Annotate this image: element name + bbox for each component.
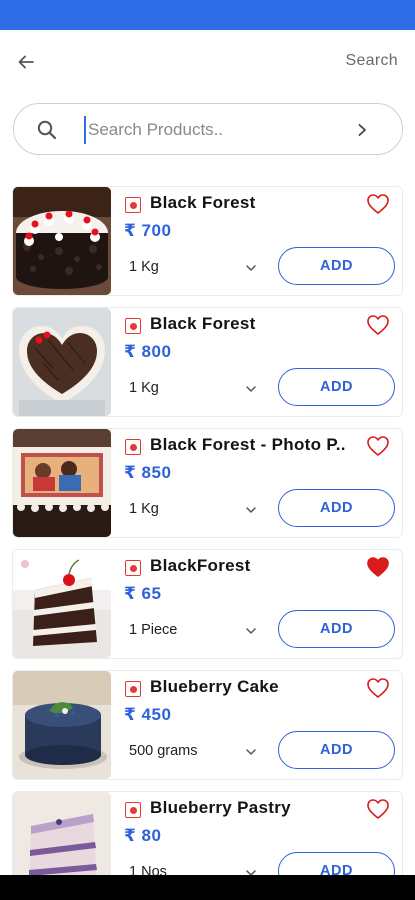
product-image-black-forest-heart[interactable] xyxy=(13,308,111,416)
product-name: Blueberry Cake xyxy=(150,677,279,696)
veg-indicator-icon xyxy=(125,560,141,576)
product-name: Black Forest xyxy=(150,314,256,333)
heart-outline-icon[interactable] xyxy=(366,677,390,699)
product-image-black-forest-pastry[interactable] xyxy=(13,550,111,658)
quantity-dropdown[interactable]: 1 Nos xyxy=(129,862,257,875)
product-name: Black Forest - Photo P.. xyxy=(150,435,346,454)
search-submit-button[interactable] xyxy=(350,118,374,142)
product-card[interactable]: Black Forest - Photo P.. ₹ 850 1 Kg ADD xyxy=(12,428,403,538)
veg-indicator-icon xyxy=(125,439,141,455)
product-name: BlackForest xyxy=(150,556,251,575)
heart-outline-icon[interactable] xyxy=(366,798,390,820)
app-bar: Search xyxy=(0,30,415,92)
product-price: ₹ 800 xyxy=(124,342,172,361)
product-image-black-forest-round[interactable] xyxy=(13,187,111,295)
quantity-dropdown[interactable]: 1 Kg xyxy=(129,499,257,521)
quantity-label: 1 Kg xyxy=(129,380,159,396)
search-bar[interactable] xyxy=(13,103,403,155)
search-icon xyxy=(37,120,57,140)
product-price: ₹ 450 xyxy=(124,705,172,724)
add-button[interactable]: ADD xyxy=(278,489,395,527)
quantity-dropdown[interactable]: 1 Kg xyxy=(129,378,257,400)
heart-outline-icon[interactable] xyxy=(366,435,390,457)
quantity-label: 1 Kg xyxy=(129,501,159,517)
page-title: Search xyxy=(345,52,398,69)
heart-filled-icon[interactable] xyxy=(366,556,390,578)
add-button[interactable]: ADD xyxy=(278,852,395,875)
veg-indicator-icon xyxy=(125,318,141,334)
add-button[interactable]: ADD xyxy=(278,610,395,648)
product-card[interactable]: Black Forest ₹ 700 1 Kg ADD xyxy=(12,186,403,296)
quantity-label: 500 grams xyxy=(129,743,198,759)
veg-indicator-icon xyxy=(125,802,141,818)
product-price: ₹ 850 xyxy=(124,463,172,482)
status-bar xyxy=(0,0,415,30)
product-price: ₹ 80 xyxy=(124,826,162,845)
veg-indicator-icon xyxy=(125,197,141,213)
product-list[interactable]: Black Forest ₹ 700 1 Kg ADD Black Forest xyxy=(0,180,415,875)
quantity-label: 1 Piece xyxy=(129,622,178,638)
product-image-blueberry-cake[interactable] xyxy=(13,671,111,779)
chevron-down-icon xyxy=(246,265,256,271)
chevron-down-icon xyxy=(246,628,256,634)
product-card[interactable]: BlackForest ₹ 65 1 Piece ADD xyxy=(12,549,403,659)
quantity-dropdown[interactable]: 1 Kg xyxy=(129,257,257,279)
add-button[interactable]: ADD xyxy=(278,247,395,285)
product-image-blueberry-pastry[interactable] xyxy=(13,792,111,875)
system-navigation-bar xyxy=(0,875,415,900)
chevron-down-icon xyxy=(246,507,256,513)
product-card[interactable]: Blueberry Cake ₹ 450 500 grams ADD xyxy=(12,670,403,780)
add-button[interactable]: ADD xyxy=(278,731,395,769)
product-image-black-forest-photo[interactable] xyxy=(13,429,111,537)
search-input[interactable] xyxy=(84,116,354,144)
product-name: Black Forest xyxy=(150,193,256,212)
quantity-label: 1 Nos xyxy=(129,864,167,875)
quantity-label: 1 Kg xyxy=(129,259,159,275)
chevron-down-icon xyxy=(246,386,256,392)
product-price: ₹ 700 xyxy=(124,221,172,240)
product-card[interactable]: Blueberry Pastry ₹ 80 1 Nos ADD xyxy=(12,791,403,875)
chevron-down-icon xyxy=(246,749,256,755)
chevron-right-icon xyxy=(358,124,366,136)
quantity-dropdown[interactable]: 500 grams xyxy=(129,741,257,763)
quantity-dropdown[interactable]: 1 Piece xyxy=(129,620,257,642)
veg-indicator-icon xyxy=(125,681,141,697)
heart-outline-icon[interactable] xyxy=(366,314,390,336)
product-price: ₹ 65 xyxy=(124,584,162,603)
product-card[interactable]: Black Forest ₹ 800 1 Kg ADD xyxy=(12,307,403,417)
product-name: Blueberry Pastry xyxy=(150,798,291,817)
arrow-left-icon xyxy=(18,55,34,69)
chevron-down-icon xyxy=(246,870,256,875)
back-button[interactable] xyxy=(12,48,40,76)
heart-outline-icon[interactable] xyxy=(366,193,390,215)
add-button[interactable]: ADD xyxy=(278,368,395,406)
